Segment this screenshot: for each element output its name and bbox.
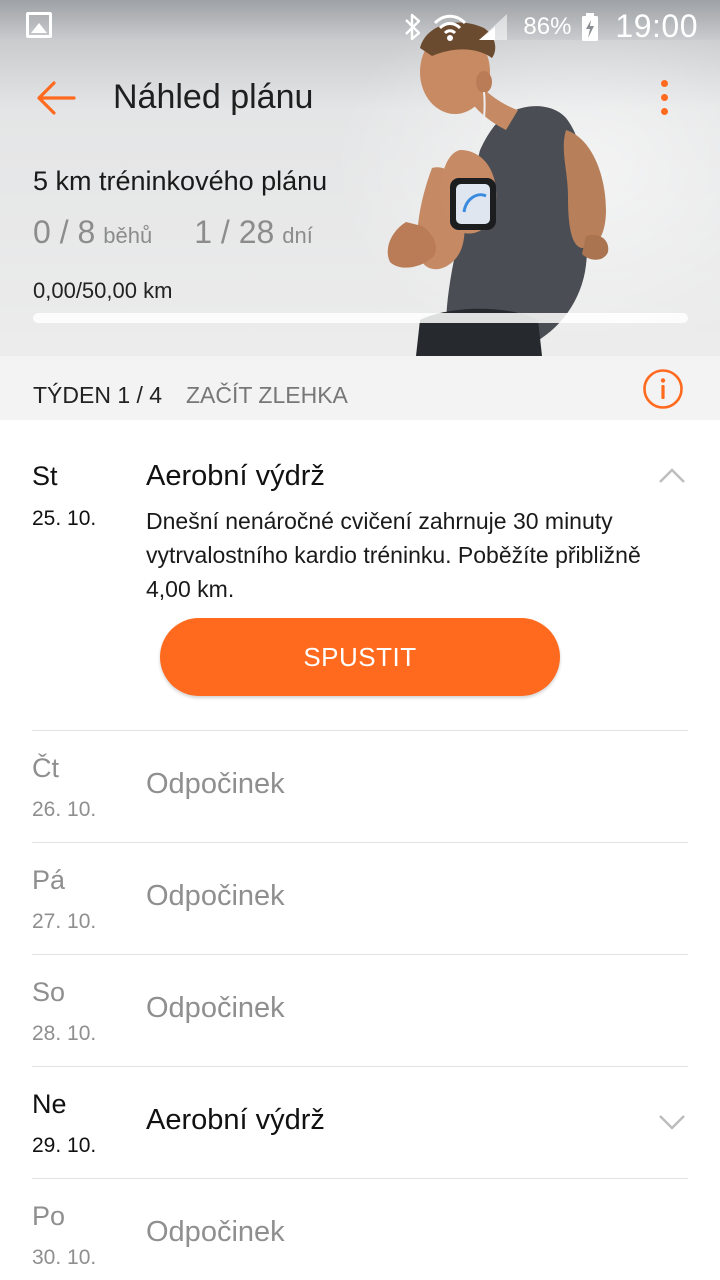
day-workout-title: Odpočinek [146, 992, 285, 1024]
list-item[interactable]: Pá 27. 10. Odpočinek [0, 843, 720, 955]
header-hero: 86% 19:00 Náhled plánu 5 km tréninkového [0, 0, 720, 356]
days-unit: dní [282, 223, 313, 248]
day-name: Ne [32, 1089, 67, 1119]
list-item[interactable]: Čt 26. 10. Odpočinek [0, 731, 720, 843]
plan-stats: 0 / 8 běhů 1 / 28 dní [33, 214, 313, 251]
info-icon [643, 369, 683, 409]
runner-image [387, 22, 609, 356]
day-workout-title: Odpočinek [146, 880, 285, 912]
more-options-button[interactable] [644, 74, 684, 122]
day-date: 30. 10. [32, 1246, 97, 1269]
battery-percent: 86% [523, 12, 572, 40]
page-title: Náhled plánu [113, 78, 314, 116]
day-date: 27. 10. [32, 910, 97, 933]
list-item[interactable]: Po 30. 10. Odpočinek [0, 1179, 720, 1280]
day-name: Po [32, 1201, 66, 1231]
runs-unit: běhů [103, 223, 153, 248]
battery-charging-icon [581, 10, 599, 44]
signal-icon [477, 10, 509, 44]
day-date: 25. 10. [32, 507, 97, 530]
day-date: 26. 10. [32, 798, 97, 821]
status-icons: 86% 19:00 [403, 8, 698, 45]
day-list: St 25. 10. Aerobní výdrž Dnešní nenáročn… [0, 420, 720, 1280]
plan-title: 5 km tréninkového plánu [33, 166, 328, 196]
runs-value: 0 / 8 [33, 214, 96, 250]
distance-progress-bar [33, 313, 688, 323]
list-item[interactable]: So 28. 10. Odpočinek [0, 955, 720, 1067]
day-date: 28. 10. [32, 1022, 97, 1045]
week-number: TÝDEN 1 / 4 [33, 382, 163, 408]
list-item[interactable]: Ne 29. 10. Aerobní výdrž [0, 1067, 720, 1179]
week-info-button[interactable] [642, 368, 684, 410]
picture-icon [26, 12, 52, 38]
day-name: Čt [32, 753, 59, 783]
days-value: 1 / 28 [194, 214, 275, 250]
workout-description: Dnešní nenáročné cvičení zahrnuje 30 min… [146, 508, 641, 602]
list-item: St 25. 10. Aerobní výdrž Dnešní nenáročn… [0, 420, 720, 731]
back-button[interactable] [30, 74, 82, 122]
arrow-left-icon [37, 81, 76, 115]
day-workout-title[interactable]: Aerobní výdrž [146, 460, 325, 493]
day-workout-title: Odpočinek [146, 768, 285, 800]
status-bar: 86% 19:00 [0, 0, 720, 50]
clock-time: 19:00 [615, 8, 698, 44]
chevron-down-icon[interactable] [658, 1114, 686, 1132]
start-button[interactable]: SPUSTIT [160, 618, 560, 696]
day-name: St [32, 461, 58, 491]
day-date: 29. 10. [32, 1134, 97, 1157]
day-workout-title: Odpočinek [146, 1216, 285, 1248]
bluetooth-icon [403, 10, 423, 44]
day-workout-title: Aerobní výdrž [146, 1104, 325, 1136]
chevron-up-icon[interactable] [658, 466, 686, 484]
day-name: Pá [32, 865, 66, 895]
week-header: TÝDEN 1 / 4 ZAČÍT ZLEHKA [0, 356, 720, 420]
distance-progress-text: 0,00/50,00 km [33, 278, 173, 303]
wifi-icon [433, 10, 467, 44]
app-bar: Náhled plánu [0, 62, 720, 134]
day-name: So [32, 977, 66, 1007]
more-vertical-icon [661, 80, 668, 87]
week-name: ZAČÍT ZLEHKA [186, 382, 348, 408]
